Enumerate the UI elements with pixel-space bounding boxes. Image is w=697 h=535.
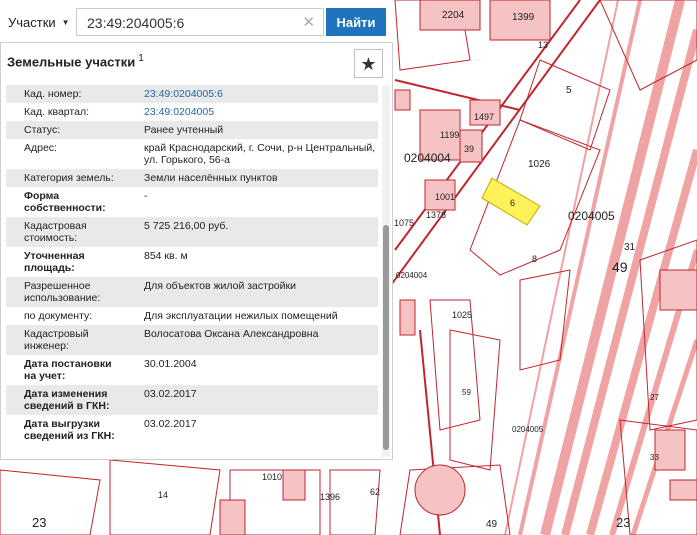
property-key: Кадастровая стоимость: xyxy=(24,220,87,244)
map-label: 0204005 xyxy=(568,209,615,223)
property-row: Кад. номер: 23:49:0204005:6 xyxy=(6,85,378,103)
panel-scrollbar[interactable] xyxy=(382,85,390,457)
property-row: Форма собственности: - xyxy=(6,187,378,217)
map-label: 1001 xyxy=(435,192,455,202)
property-row: Кадастровая стоимость: 5 725 216,00 руб. xyxy=(6,217,378,247)
map-label: 33 xyxy=(650,453,659,462)
property-value: Для объектов жилой застройки xyxy=(144,280,296,292)
map-label: 5 xyxy=(566,85,572,96)
property-key: Дата изменения сведений в ГКН: xyxy=(24,388,110,412)
map-label: 0204005 xyxy=(512,425,544,434)
property-row: Кадастровый инженер: Волосатова Оксана А… xyxy=(6,325,378,355)
search-input[interactable] xyxy=(85,12,289,34)
property-key: Категория земель: xyxy=(24,172,114,184)
property-row: Категория земель: Земли населённых пункт… xyxy=(6,169,378,187)
search-type-label: Участки xyxy=(8,14,56,30)
panel-title-badge: 1 xyxy=(138,53,144,64)
map-label: 1396 xyxy=(320,492,340,502)
property-key: Кадастровый инженер: xyxy=(24,328,89,352)
map-label: 23 xyxy=(32,515,46,530)
info-panel: Земельные участки 1 ★ Кад. номер: 23:49:0… xyxy=(0,42,393,460)
map-label: 13 xyxy=(538,40,548,50)
property-row: Дата выгрузки сведений из ГКН: 03.02.201… xyxy=(6,415,378,445)
property-key: Форма собственности: xyxy=(24,190,106,214)
map-label: 1025 xyxy=(452,310,472,320)
property-row: Статус: Ранее учтенный xyxy=(6,121,378,139)
map-label: 39 xyxy=(464,144,474,154)
map-label: 2204 xyxy=(442,10,465,21)
property-row: Адрес: край Краснодарский, г. Сочи, р-н … xyxy=(6,139,378,169)
map-label: 0204004 xyxy=(396,271,428,280)
map-label: 62 xyxy=(370,487,380,497)
search-button[interactable]: Найти xyxy=(326,8,386,36)
map-label: 1497 xyxy=(474,112,494,122)
property-value: Земли населённых пунктов xyxy=(144,172,278,184)
property-key: Кад. квартал: xyxy=(24,106,89,118)
map-label: 1399 xyxy=(512,12,535,23)
properties-table: Кад. номер: 23:49:0204005:6 Кад. квартал… xyxy=(6,85,378,457)
property-key: по документу: xyxy=(24,310,93,322)
property-row: по документу: Для эксплуатации нежилых п… xyxy=(6,307,378,325)
property-key: Разрешенное использование: xyxy=(24,280,101,304)
search-type-dropdown[interactable]: Участки ▼ xyxy=(4,9,72,35)
property-row: Уточненная площадь: 854 кв. м xyxy=(6,247,378,277)
map-label: 1026 xyxy=(528,159,551,170)
panel-title: Земельные участки 1 xyxy=(7,53,144,70)
cadastral-quarter-link[interactable]: 23:49:0204005 xyxy=(126,106,378,118)
property-row: Дата изменения сведений в ГКН: 03.02.201… xyxy=(6,385,378,415)
scrollbar-thumb[interactable] xyxy=(383,225,389,450)
map-label: 59 xyxy=(462,388,471,397)
map-label: 0204004 xyxy=(404,151,451,165)
property-key: Кад. номер: xyxy=(24,88,82,100)
property-value: 854 кв. м xyxy=(144,250,188,262)
map-label: 6 xyxy=(510,198,515,208)
clear-icon[interactable]: ✕ xyxy=(302,13,315,31)
map-label: 1075 xyxy=(394,218,414,228)
property-value: 30.01.2004 xyxy=(144,358,197,370)
property-value: 03.02.2017 xyxy=(144,418,197,430)
property-key: Адрес: xyxy=(24,142,57,154)
property-value: 03.02.2017 xyxy=(144,388,197,400)
property-key: Статус: xyxy=(24,124,61,136)
map-label: 1199 xyxy=(440,130,459,140)
map-label: 23 xyxy=(616,515,630,530)
property-value: Ранее учтенный xyxy=(144,124,224,136)
property-value: край Краснодарский, г. Сочи, р-н Централ… xyxy=(144,142,376,166)
chevron-down-icon: ▼ xyxy=(61,17,70,27)
property-value: 5 725 216,00 руб. xyxy=(144,220,229,232)
property-value: Волосатова Оксана Александровна xyxy=(144,328,319,340)
map-label: 49 xyxy=(612,259,628,275)
map-label: 27 xyxy=(650,393,659,402)
map-label: 49 xyxy=(486,519,498,530)
property-key: Дата выгрузки сведений из ГКН: xyxy=(24,418,115,442)
property-row: Кад. квартал: 23:49:0204005 xyxy=(6,103,378,121)
search-input-wrapper: ✕ xyxy=(76,8,324,36)
search-bar: Участки ▼ ✕ Найти xyxy=(0,0,393,42)
property-key: Дата постановки на учет: xyxy=(24,358,112,382)
property-row: Разрешенное использование: Для объектов … xyxy=(6,277,378,307)
property-value: Для эксплуатации нежилых помещений xyxy=(144,310,338,322)
property-key: Уточненная площадь: xyxy=(24,250,85,274)
property-value: - xyxy=(144,190,148,202)
panel-header: Земельные участки 1 ★ xyxy=(1,43,392,81)
map-label: 14 xyxy=(158,490,168,500)
cadastral-number-link[interactable]: 23:49:0204005:6 xyxy=(126,88,378,100)
star-icon: ★ xyxy=(360,53,377,74)
map-label: 1378 xyxy=(426,210,446,220)
favorite-button[interactable]: ★ xyxy=(354,49,383,78)
map-label: 1010 xyxy=(262,472,282,482)
map-label: 8 xyxy=(532,254,537,264)
property-row: Дата постановки на учет: 30.01.2004 xyxy=(6,355,378,385)
map-label: 31 xyxy=(624,242,636,253)
